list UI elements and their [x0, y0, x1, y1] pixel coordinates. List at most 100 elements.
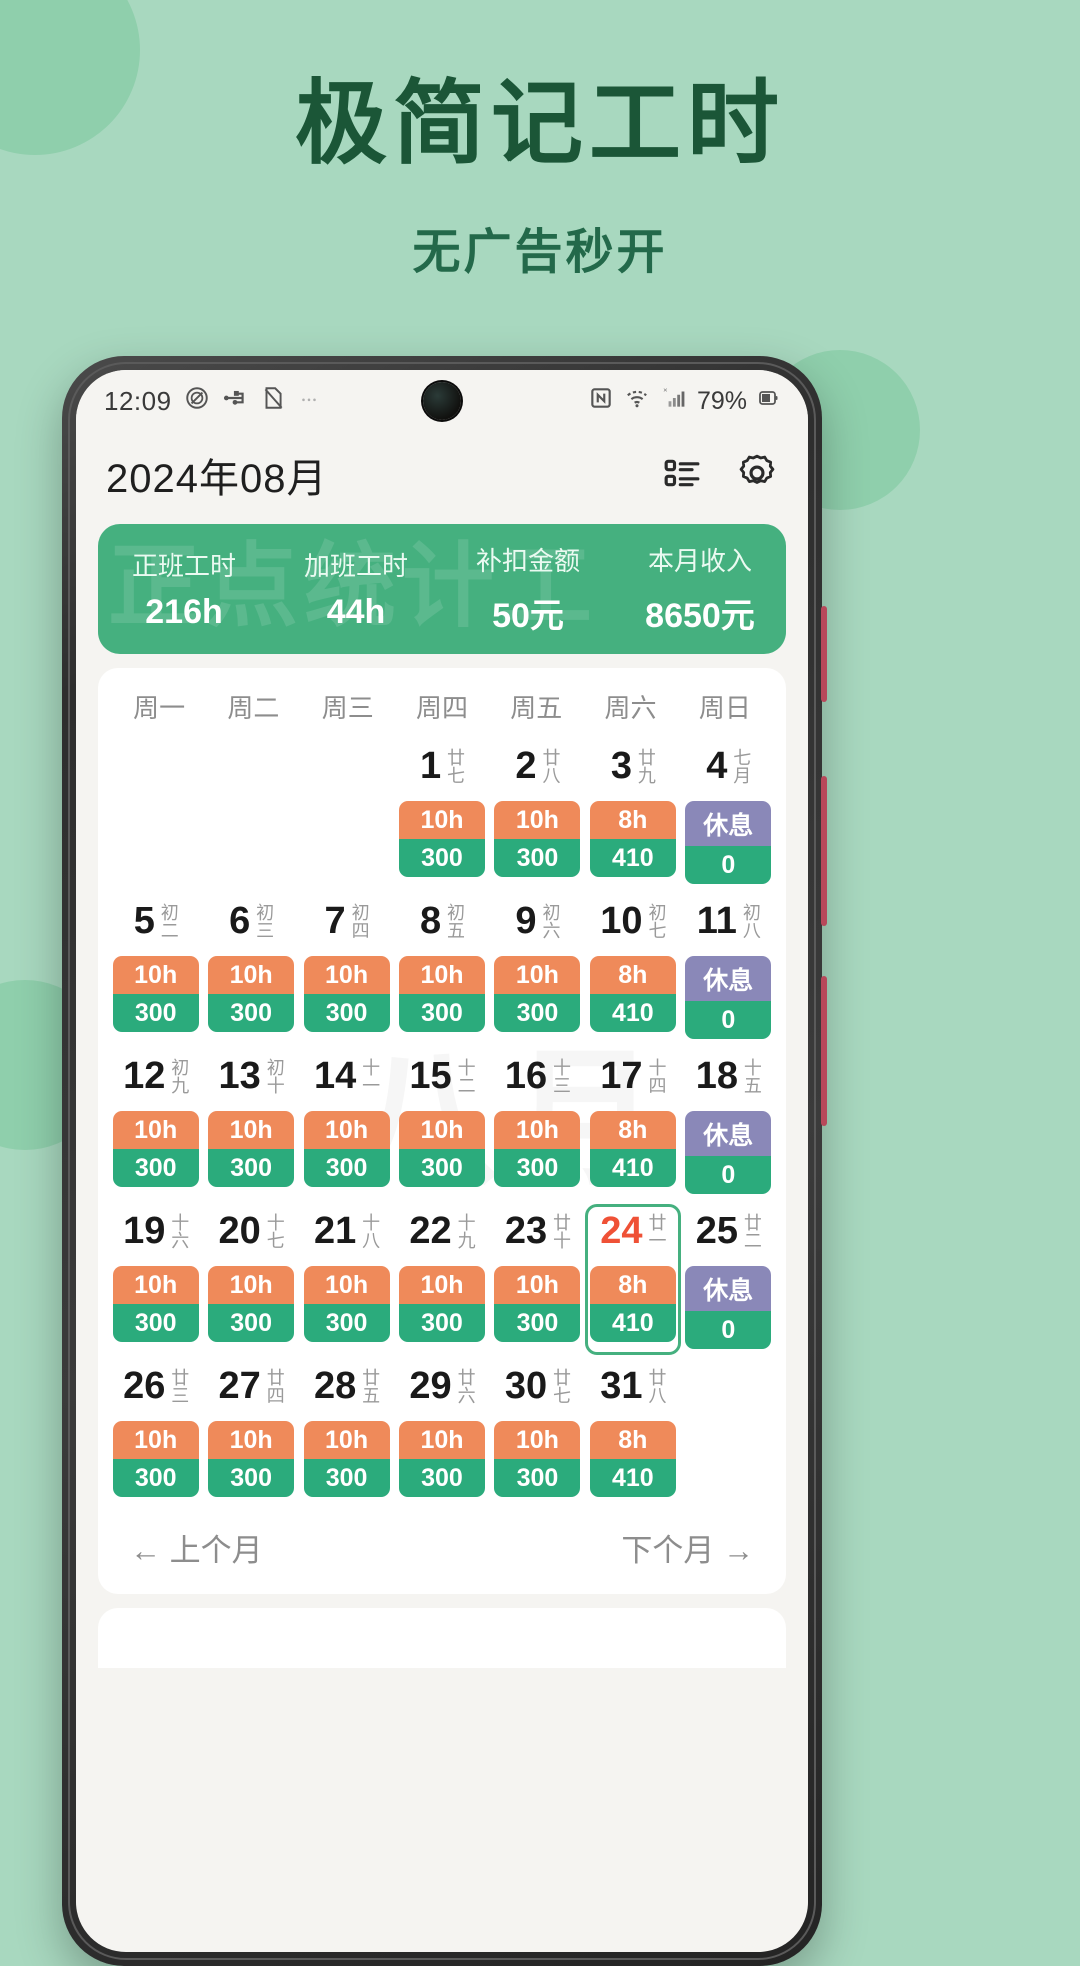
- work-badge[interactable]: 10h 300: [112, 1421, 199, 1497]
- calendar-day-cell[interactable]: 27 廿四 10h 300: [203, 1359, 298, 1503]
- calendar-day-cell[interactable]: 17 十四 8h 410: [585, 1049, 680, 1200]
- work-badge[interactable]: 10h 300: [303, 1111, 390, 1187]
- calendar-day-cell[interactable]: 3 廿九 8h 410: [585, 739, 680, 890]
- day-number: 30: [504, 1365, 548, 1407]
- day-number: 1: [419, 745, 442, 787]
- calendar-day-cell[interactable]: 31 廿八 8h 410: [585, 1359, 680, 1503]
- calendar-day-cell[interactable]: 9 初六 10h 300: [490, 894, 585, 1045]
- calendar-day-cell[interactable]: 23 廿十 10h 300: [490, 1204, 585, 1355]
- calendar-day-cell[interactable]: 18 十五 休息 0: [681, 1049, 776, 1200]
- gear-icon[interactable]: [736, 452, 778, 499]
- amount-label: 410: [589, 1304, 676, 1342]
- lunar-date: 初十: [264, 1058, 285, 1094]
- calendar-day-cell[interactable]: 14 十一 10h 300: [299, 1049, 394, 1200]
- lunar-date: 十一: [360, 1058, 381, 1094]
- work-badge[interactable]: 10h 300: [398, 801, 485, 877]
- work-badge[interactable]: 10h 300: [494, 1421, 581, 1497]
- hours-label: 10h: [494, 956, 581, 994]
- calendar-day-cell[interactable]: 26 廿三 10h 300: [108, 1359, 203, 1503]
- work-badge[interactable]: 10h 300: [303, 956, 390, 1032]
- work-badge[interactable]: 8h 410: [589, 956, 676, 1032]
- work-badge[interactable]: 休息 0: [685, 956, 772, 1039]
- amount-label: 300: [494, 839, 581, 877]
- calendar-day-cell[interactable]: 30 廿七 10h 300: [490, 1359, 585, 1503]
- summary-value: 8650元: [645, 597, 755, 635]
- work-badge[interactable]: 10h 300: [208, 956, 295, 1032]
- calendar-day-cell[interactable]: 16 十三 10h 300: [490, 1049, 585, 1200]
- bottom-card-stub: [98, 1608, 786, 1668]
- next-month-button[interactable]: 下个月 →: [621, 1525, 754, 1570]
- work-badge[interactable]: 10h 300: [398, 1421, 485, 1497]
- day-header: 31 廿八: [600, 1363, 666, 1419]
- work-badge[interactable]: 8h 410: [589, 1111, 676, 1187]
- work-badge[interactable]: 休息 0: [685, 801, 772, 884]
- amount-label: 300: [398, 1149, 485, 1187]
- battery-percent: 79%: [696, 386, 747, 415]
- lunar-date: 七月: [731, 748, 752, 784]
- calendar-day-cell[interactable]: 15 十二 10h 300: [394, 1049, 489, 1200]
- calendar-day-cell[interactable]: 25 廿二 休息 0: [681, 1204, 776, 1355]
- work-badge[interactable]: 10h 300: [208, 1421, 295, 1497]
- hours-label: 10h: [303, 1111, 390, 1149]
- calendar-day-cell[interactable]: 11 初八 休息 0: [681, 894, 776, 1045]
- rest-label: 休息: [685, 956, 772, 1001]
- work-badge[interactable]: 休息 0: [685, 1111, 772, 1194]
- calendar-day-cell[interactable]: 8 初五 10h 300: [394, 894, 489, 1045]
- calendar-day-cell[interactable]: 19 十六 10h 300: [108, 1204, 203, 1355]
- day-number: 11: [696, 900, 737, 942]
- month-title[interactable]: 2024年08月: [106, 446, 327, 504]
- work-badge[interactable]: 8h 410: [589, 801, 676, 877]
- work-badge[interactable]: 10h 300: [303, 1421, 390, 1497]
- lunar-date: 廿一: [646, 1213, 667, 1249]
- amount-label: 300: [303, 994, 390, 1032]
- work-badge[interactable]: 10h 300: [494, 956, 581, 1032]
- phone-side-button-mute: [821, 606, 827, 702]
- work-badge[interactable]: 10h 300: [398, 956, 485, 1032]
- hours-label: 10h: [112, 956, 199, 994]
- summary-label: 加班工时: [303, 551, 408, 581]
- calendar-day-cell[interactable]: 1 廿七 10h 300: [394, 739, 489, 890]
- calendar-day-cell[interactable]: 21 十八 10h 300: [299, 1204, 394, 1355]
- day-number: 22: [409, 1210, 452, 1252]
- lunar-date: 十二: [455, 1058, 476, 1094]
- work-badge[interactable]: 10h 300: [112, 956, 199, 1032]
- day-header: 11 初八: [696, 898, 761, 954]
- work-badge[interactable]: 10h 300: [208, 1266, 295, 1342]
- calendar-day-cell[interactable]: 2 廿八 10h 300: [490, 739, 585, 890]
- work-badge[interactable]: 10h 300: [494, 1111, 581, 1187]
- calendar-day-cell[interactable]: 10 初七 8h 410: [585, 894, 680, 1045]
- calendar-day-cell[interactable]: 24 廿一 8h 410: [585, 1204, 681, 1355]
- calendar-day-cell[interactable]: 5 初二 10h 300: [108, 894, 203, 1045]
- work-badge[interactable]: 8h 410: [589, 1421, 676, 1497]
- work-badge[interactable]: 10h 300: [112, 1111, 199, 1187]
- day-header: 3 廿九: [611, 743, 656, 799]
- calendar-day-cell[interactable]: 7 初四 10h 300: [299, 894, 394, 1045]
- work-badge[interactable]: 10h 300: [303, 1266, 390, 1342]
- calendar-day-cell[interactable]: 28 廿五 10h 300: [299, 1359, 394, 1503]
- weekday-label: 周五: [510, 693, 563, 723]
- work-badge[interactable]: 10h 300: [398, 1266, 485, 1342]
- hours-label: 10h: [112, 1266, 199, 1304]
- calendar-day-cell[interactable]: 29 廿六 10h 300: [394, 1359, 489, 1503]
- work-badge[interactable]: 休息 0: [685, 1266, 772, 1349]
- work-badge[interactable]: 10h 300: [494, 801, 581, 877]
- amount-label: 0: [685, 1156, 772, 1194]
- day-header: 7 初四: [325, 898, 370, 954]
- calendar-day-cell[interactable]: 22 十九 10h 300: [394, 1204, 489, 1355]
- calendar-day-cell[interactable]: 20 十七 10h 300: [203, 1204, 298, 1355]
- calendar-day-cell[interactable]: 6 初三 10h 300: [203, 894, 298, 1045]
- lunar-date: 初七: [646, 903, 667, 939]
- amount-label: 410: [589, 994, 676, 1032]
- work-badge[interactable]: 8h 410: [589, 1266, 676, 1342]
- day-number: 31: [600, 1365, 643, 1407]
- day-number: 18: [695, 1055, 738, 1097]
- calendar-day-cell[interactable]: 4 七月 休息 0: [681, 739, 776, 890]
- calendar-day-cell[interactable]: 13 初十 10h 300: [203, 1049, 298, 1200]
- work-badge[interactable]: 10h 300: [494, 1266, 581, 1342]
- work-badge[interactable]: 10h 300: [398, 1111, 485, 1187]
- calendar-day-cell[interactable]: 12 初九 10h 300: [108, 1049, 203, 1200]
- list-view-icon[interactable]: [662, 453, 702, 498]
- work-badge[interactable]: 10h 300: [112, 1266, 199, 1342]
- prev-month-button[interactable]: ← 上个月: [130, 1525, 263, 1570]
- work-badge[interactable]: 10h 300: [208, 1111, 295, 1187]
